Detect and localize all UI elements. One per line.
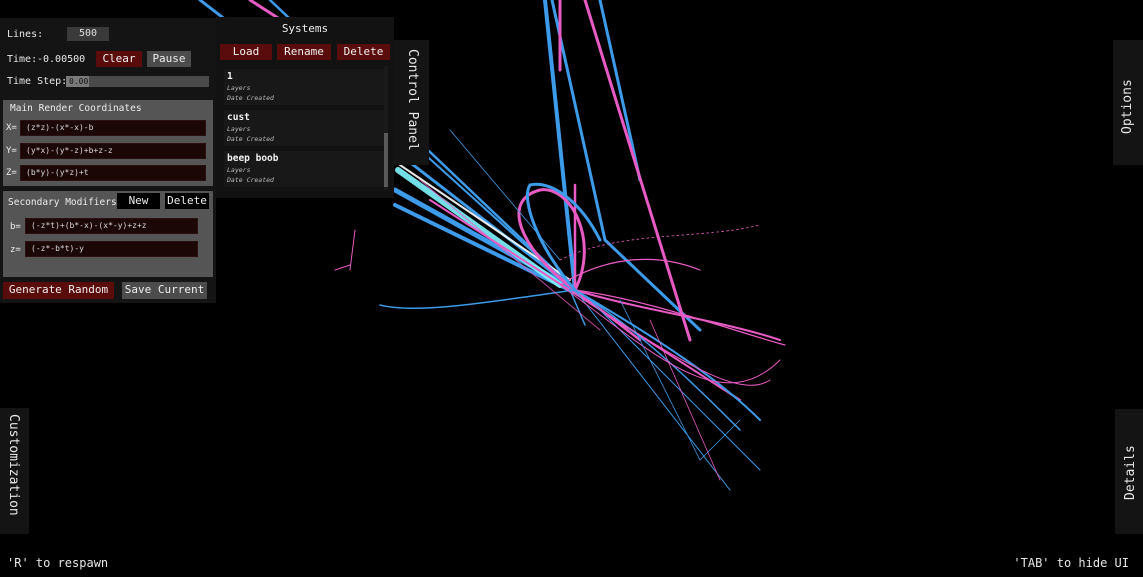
tab-customization[interactable]: Customization <box>0 408 29 534</box>
time-value: -0.00500 <box>37 54 86 65</box>
rename-button[interactable]: Rename <box>277 44 331 60</box>
tab-options[interactable]: Options <box>1113 40 1143 165</box>
hide-ui-hint: 'TAB' to hide UI <box>1013 556 1129 570</box>
timestep-slider[interactable]: 0.00 <box>66 76 209 87</box>
system-layers: Layers <box>227 166 251 174</box>
system-item[interactable]: cust Layers Date Created <box>224 110 384 146</box>
system-name: beep boob <box>227 153 279 164</box>
lines-label: Lines: <box>7 29 44 40</box>
tab-control-panel[interactable]: Control Panel <box>394 40 429 165</box>
save-current-button[interactable]: Save Current <box>122 282 207 299</box>
tab-options-label: Options <box>1120 79 1135 134</box>
new-modifier-button[interactable]: New <box>117 193 160 209</box>
system-date: Date Created <box>227 176 274 184</box>
systems-scroll-thumb[interactable] <box>384 133 388 187</box>
system-item[interactable]: beep boob Layers Date Created <box>224 151 384 187</box>
tab-customization-label: Customization <box>6 414 21 516</box>
tab-details-label: Details <box>1123 445 1138 500</box>
tab-control-panel-label: Control Panel <box>405 49 420 151</box>
secondary-modifiers: Secondary Modifiers New Delete b= (-z*t)… <box>3 191 213 277</box>
main-render-coordinates: Main Render Coordinates X= (z*z)-(x*-x)-… <box>3 100 213 186</box>
z-label: Z= <box>6 168 17 178</box>
respawn-hint: 'R' to respawn <box>7 556 109 570</box>
z-equation-input[interactable]: (b*y)-(y*z)+t <box>20 165 206 181</box>
delete-system-button[interactable]: Delete <box>337 44 390 60</box>
x-label: X= <box>6 123 17 133</box>
main-coords-title: Main Render Coordinates <box>10 103 142 114</box>
system-item[interactable]: 1 Layers Date Created <box>224 69 384 105</box>
system-name: cust <box>227 112 250 123</box>
b-label: b= <box>10 222 21 232</box>
x-equation-input[interactable]: (z*z)-(x*-x)-b <box>20 120 206 136</box>
pause-button[interactable]: Pause <box>147 51 191 67</box>
generate-random-button[interactable]: Generate Random <box>3 282 114 299</box>
load-button[interactable]: Load <box>220 44 272 60</box>
z-modifier-input[interactable]: (-z*-b*t)-y <box>25 241 198 257</box>
secondary-title: Secondary Modifiers <box>8 197 117 208</box>
z-mod-label: z= <box>10 245 21 255</box>
control-panel: Lines: 500 Time: -0.00500 Clear Pause Ti… <box>0 18 216 303</box>
delete-modifier-button[interactable]: Delete <box>165 193 209 209</box>
system-date: Date Created <box>227 94 274 102</box>
systems-scrollbar[interactable] <box>384 66 388 190</box>
system-layers: Layers <box>227 84 251 92</box>
y-equation-input[interactable]: (y*x)-(y*-z)+b+z-z <box>20 143 206 159</box>
systems-panel: Systems Load Rename Delete 1 Layers Date… <box>216 17 394 198</box>
time-label: Time: <box>7 54 38 65</box>
system-name: 1 <box>227 71 233 82</box>
system-date: Date Created <box>227 135 274 143</box>
y-label: Y= <box>6 146 17 156</box>
systems-title: Systems <box>281 22 329 35</box>
system-layers: Layers <box>227 125 251 133</box>
timestep-value: 0.00 <box>69 77 89 86</box>
clear-button[interactable]: Clear <box>96 51 142 67</box>
tab-details[interactable]: Details <box>1115 409 1143 534</box>
lines-input[interactable]: 500 <box>67 27 109 41</box>
timestep-label: Time Step: <box>7 76 68 87</box>
b-modifier-input[interactable]: (-z*t)+(b*-x)-(x*-y)+z+z <box>25 218 198 234</box>
